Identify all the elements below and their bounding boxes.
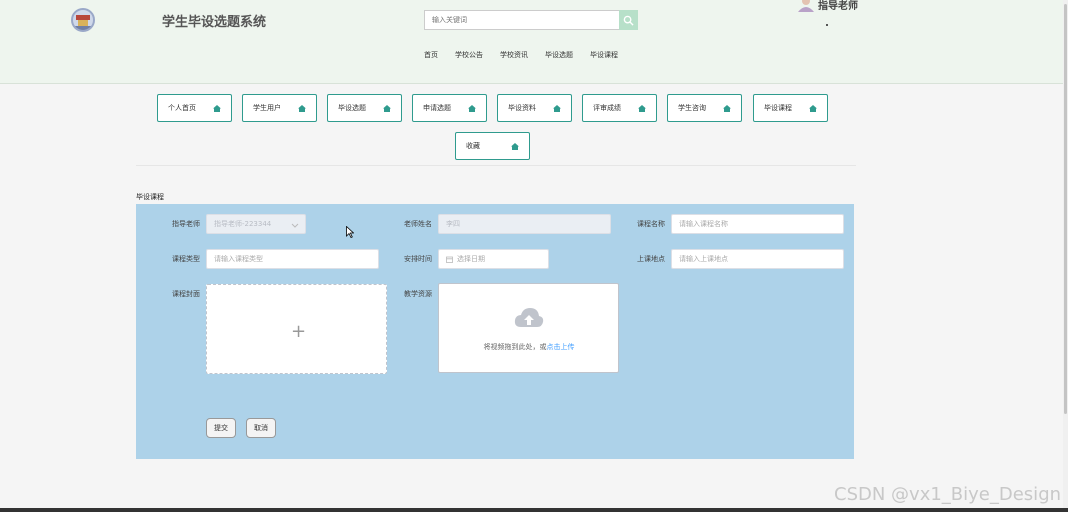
user-menu[interactable]: 指导老师 <box>796 0 858 12</box>
cover-label: 课程封面 <box>172 290 200 298</box>
course-type-input[interactable]: 请输入课程类型 <box>206 249 379 269</box>
menu-apply-topic[interactable]: 申请选题 <box>412 94 487 122</box>
teacher-label: 指导老师 <box>172 220 200 228</box>
menu-student-users[interactable]: 学生用户 <box>242 94 317 122</box>
click-upload-link[interactable]: 点击上传 <box>547 343 575 351</box>
watermark: CSDN @vx1_Biye_Design <box>834 484 1062 505</box>
menu-thesis-courses[interactable]: 毕设课程 <box>753 94 828 122</box>
user-dropdown-dot[interactable] <box>826 24 828 26</box>
menu-favorites[interactable]: 收藏 <box>455 132 530 160</box>
top-nav: 首页 学校公告 学校资讯 毕设选题 毕设课程 <box>424 50 635 60</box>
calendar-icon <box>446 256 453 263</box>
nav-item-school-news[interactable]: 学校资讯 <box>500 50 528 60</box>
nav-item-courses[interactable]: 毕设课程 <box>590 50 618 60</box>
home-icon <box>553 104 561 112</box>
teacher-name-label: 老师姓名 <box>404 220 432 228</box>
schedule-label: 安排时间 <box>404 255 432 263</box>
home-icon <box>638 104 646 112</box>
chevron-down-icon <box>291 223 299 228</box>
header: 学生毕设选题系统 指导老师 首页 学校公告 学校资讯 毕设选题 毕设课程 <box>0 0 1068 84</box>
bottom-edge <box>0 508 1068 512</box>
scrollbar-thumb[interactable] <box>1064 4 1067 414</box>
section-title: 毕设课程 <box>136 193 164 201</box>
location-label: 上课地点 <box>637 255 665 263</box>
course-name-label: 课程名称 <box>637 220 665 228</box>
teacher-name-field: 李四 <box>438 214 611 234</box>
nav-item-topics[interactable]: 毕设选题 <box>545 50 573 60</box>
home-icon <box>383 104 391 112</box>
search-icon <box>623 15 634 26</box>
home-icon <box>213 104 221 112</box>
upload-hint: 将视频拖到此处，或点击上传 <box>483 343 575 351</box>
cloud-upload-icon <box>514 308 544 327</box>
home-icon <box>298 104 306 112</box>
divider <box>136 165 856 166</box>
home-icon <box>809 104 817 112</box>
course-form: 指导老师 指导老师-223344 老师姓名 李四 课程名称 请输入课程名称 课程… <box>136 204 854 459</box>
nav-item-school-notice[interactable]: 学校公告 <box>455 50 483 60</box>
menu-thesis-materials[interactable]: 毕设资料 <box>497 94 572 122</box>
course-name-input[interactable]: 请输入课程名称 <box>671 214 844 234</box>
location-input[interactable]: 请输入上课地点 <box>671 249 844 269</box>
home-icon <box>723 104 731 112</box>
submit-button[interactable]: 提交 <box>206 418 236 438</box>
mouse-cursor-icon <box>346 226 354 238</box>
menu-personal-home[interactable]: 个人首页 <box>157 94 232 122</box>
search-button[interactable] <box>619 10 638 30</box>
site-title: 学生毕设选题系统 <box>162 15 267 30</box>
cancel-button[interactable]: 取消 <box>246 418 276 438</box>
schedule-date-picker[interactable]: 选择日期 <box>438 249 549 269</box>
nav-item-home[interactable]: 首页 <box>424 50 438 60</box>
home-icon <box>511 142 519 150</box>
plus-icon: + <box>291 321 307 342</box>
cover-upload[interactable]: + <box>206 284 387 374</box>
search-input[interactable] <box>424 10 620 30</box>
menu-thesis-topics[interactable]: 毕设选题 <box>327 94 402 122</box>
user-name: 指导老师 <box>818 0 858 12</box>
search-bar <box>424 10 638 30</box>
home-icon <box>468 104 476 112</box>
resource-upload[interactable]: 将视频拖到此处，或点击上传 <box>438 283 619 373</box>
teacher-select[interactable]: 指导老师-223344 <box>206 214 306 234</box>
course-type-label: 课程类型 <box>172 255 200 263</box>
avatar <box>798 0 814 12</box>
logo <box>71 8 95 32</box>
menu-review-scores[interactable]: 评审成绩 <box>582 94 657 122</box>
resource-label: 教学资源 <box>404 290 432 298</box>
menu-student-consult[interactable]: 学生咨询 <box>667 94 742 122</box>
